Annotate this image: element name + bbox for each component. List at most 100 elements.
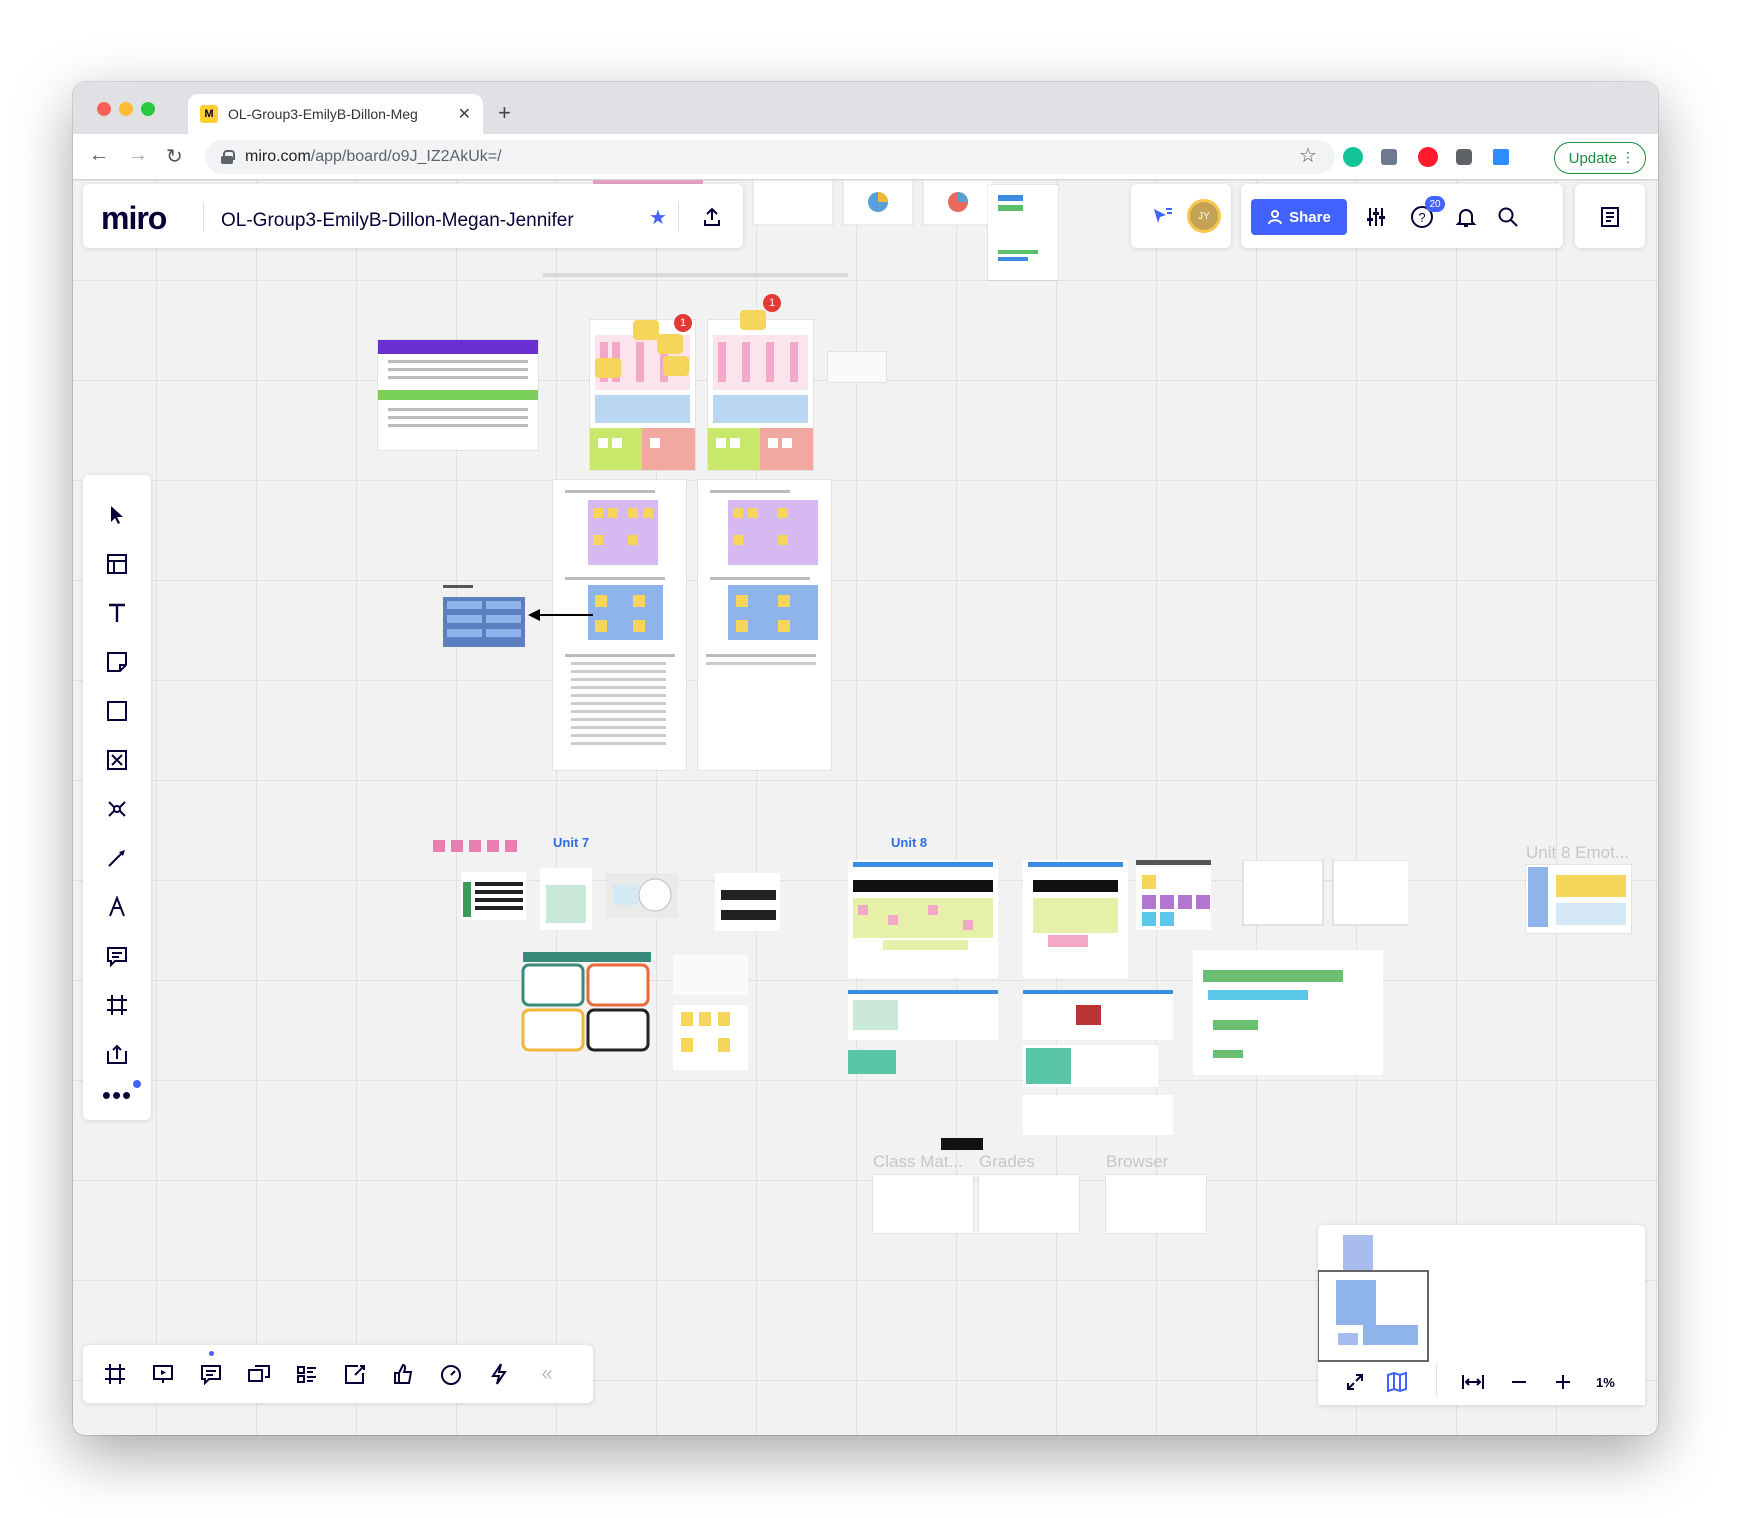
collapse-toolbar-button[interactable]: «	[523, 1345, 571, 1403]
comment-bubble-icon[interactable]	[663, 356, 689, 376]
comments-indicator-dot	[209, 1351, 214, 1356]
more-vertical-icon: ⋮	[1621, 149, 1635, 165]
share-label: Share	[1289, 208, 1331, 226]
map-toggle-icon[interactable]	[1380, 1365, 1414, 1399]
frame-tool[interactable]	[83, 983, 151, 1027]
share-button[interactable]: Share	[1251, 199, 1347, 235]
star-icon[interactable]: ★	[643, 202, 673, 232]
timer-icon[interactable]	[427, 1345, 475, 1403]
edtech-frame-2-graphic	[708, 335, 813, 470]
board-menu-panel	[1575, 184, 1645, 248]
top-right-thumb-graphic	[998, 195, 1038, 261]
bell-icon[interactable]	[1449, 200, 1483, 234]
back-button[interactable]: ←	[89, 144, 109, 167]
upload-export-icon[interactable]	[695, 200, 729, 234]
user-avatar[interactable]: JY	[1187, 199, 1221, 233]
zoom-out-icon[interactable]	[1502, 1365, 1536, 1399]
unit-8-emot-graphic	[1528, 867, 1626, 927]
unit-7-board-graphic	[433, 840, 780, 1070]
tall-frame-2-graphic	[706, 490, 818, 665]
tall-frame-2	[698, 480, 831, 770]
tab-title: OL-Group3-EmilyB-Dillon-Meg	[228, 106, 418, 122]
board-header-panel: miro OL-Group3-EmilyB-Dillon-Megan-Jenni…	[83, 184, 743, 248]
edtech-frame-2	[708, 320, 813, 470]
grades-label: Grades	[979, 1152, 1035, 1171]
fit-to-screen-icon[interactable]	[1456, 1365, 1490, 1399]
browser-label: Browser	[1106, 1152, 1169, 1171]
unit-8-label: Unit 8	[891, 835, 928, 850]
zoom-window-button[interactable]	[141, 102, 155, 116]
presentation-icon[interactable]	[139, 1345, 187, 1403]
small-grid-thumb	[828, 352, 886, 382]
minimap-divider	[1436, 1365, 1437, 1395]
browser-window: M OL-Group3-EmilyB-Dillon-Meg ✕ + ← → ↻ …	[73, 82, 1658, 1435]
new-tab-button[interactable]: +	[498, 100, 511, 126]
templates-tool[interactable]	[83, 542, 151, 586]
select-cursor-tool[interactable]	[83, 493, 151, 537]
reload-button[interactable]: ↻	[166, 144, 183, 169]
comment-bubble-icon[interactable]	[633, 320, 659, 340]
share-screen-icon[interactable]	[331, 1345, 379, 1403]
class-mat-label: Class Mat...	[873, 1152, 963, 1171]
text-tool[interactable]	[83, 591, 151, 635]
fullscreen-expand-icon[interactable]	[1338, 1365, 1372, 1399]
mind-map-tool[interactable]	[83, 787, 151, 831]
upload-tool[interactable]	[83, 1032, 151, 1076]
bookmark-star-icon[interactable]: ☆	[1299, 143, 1317, 168]
grammarly-extension-icon[interactable]	[1343, 147, 1363, 167]
url-field[interactable]: miro.com/app/board/o9J_IZ2AkUk=/	[205, 140, 1335, 174]
update-label: Update	[1568, 149, 1617, 167]
user-icon	[1268, 210, 1283, 225]
board-title[interactable]: OL-Group3-EmilyB-Dillon-Megan-Jennifer	[221, 210, 574, 232]
tab-close-icon[interactable]: ✕	[458, 104, 471, 124]
settings-sliders-icon[interactable]	[1359, 200, 1393, 234]
eyedropper-extension-icon[interactable]	[1381, 149, 1397, 165]
update-button[interactable]: Update ⋮	[1553, 142, 1646, 174]
connection-line-tool[interactable]	[83, 836, 151, 880]
board-canvas[interactable]: 1 1 Unit 7 Unit 8 Unit 8 Emot... Class M…	[73, 180, 1658, 1435]
video-chat-icon[interactable]	[235, 1345, 283, 1403]
lightning-apps-icon[interactable]	[475, 1345, 523, 1403]
miro-extension-icon[interactable]	[1493, 149, 1509, 165]
minimize-window-button[interactable]	[119, 102, 133, 116]
card-list-icon[interactable]	[283, 1345, 331, 1403]
unit-8-emot-frame	[1526, 865, 1631, 933]
browser-tab[interactable]: M OL-Group3-EmilyB-Dillon-Meg ✕	[188, 94, 483, 134]
address-bar: ← → ↻ miro.com/app/board/o9J_IZ2AkUk=/ ☆…	[73, 134, 1658, 180]
pen-tool[interactable]	[83, 885, 151, 929]
puzzle-extension-icon[interactable]	[1456, 149, 1472, 165]
unit-8-board-graphic	[848, 860, 1408, 1135]
comment-count-badge: 1	[674, 314, 692, 332]
comment-bubble-icon[interactable]	[657, 334, 683, 354]
url-path: /app/board/o9J_IZ2AkUk=/	[310, 148, 502, 165]
sticky-note-tool[interactable]	[83, 640, 151, 684]
frame-placeholder-tool[interactable]	[83, 738, 151, 782]
reactions-icon[interactable]	[1145, 200, 1179, 234]
search-icon[interactable]	[1491, 200, 1525, 234]
shape-tool[interactable]	[83, 689, 151, 733]
notes-list-icon[interactable]	[1593, 200, 1627, 234]
agenda-card-graphic	[378, 340, 538, 427]
small-black-blocks	[941, 1138, 983, 1150]
opera-extension-icon[interactable]	[1418, 147, 1438, 167]
bottom-toolbar: «	[83, 1345, 593, 1403]
forward-button[interactable]: →	[128, 144, 148, 167]
browser-frame	[1106, 1175, 1206, 1233]
comment-bubble-icon[interactable]	[740, 310, 766, 330]
collaborators-panel: JY	[1131, 184, 1231, 248]
comment-count-badge: 1	[763, 294, 781, 312]
minimap-graphic[interactable]	[1318, 1225, 1645, 1365]
zoom-level[interactable]: 1%	[1596, 1375, 1615, 1390]
miro-logo[interactable]: miro	[101, 200, 167, 237]
top-divider-line	[543, 273, 848, 277]
close-window-button[interactable]	[97, 102, 111, 116]
more-tools-icon[interactable]: •••	[83, 1073, 151, 1117]
agenda-card	[378, 340, 538, 450]
comment-tool[interactable]	[83, 934, 151, 978]
comment-bubble-icon[interactable]	[595, 358, 621, 378]
frames-panel-icon[interactable]	[91, 1345, 139, 1403]
class-materials-frame	[873, 1175, 973, 1233]
thumbs-up-vote-icon[interactable]	[379, 1345, 427, 1403]
zoom-in-icon[interactable]	[1546, 1365, 1580, 1399]
grades-frame	[979, 1175, 1079, 1233]
